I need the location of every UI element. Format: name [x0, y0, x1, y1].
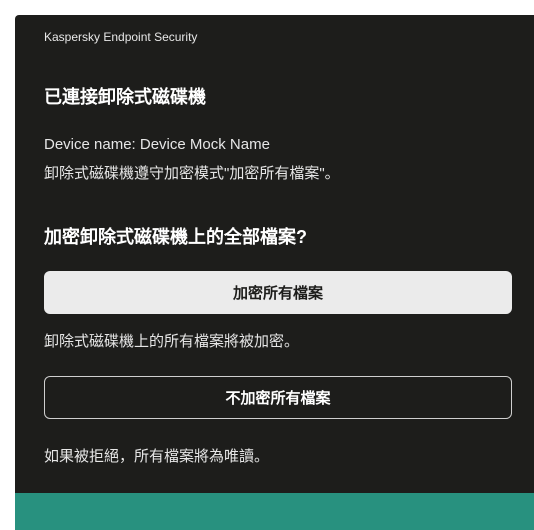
app-title: Kaspersky Endpoint Security [44, 30, 198, 44]
read-only-note-text: 如果被拒絕，所有檔案將為唯讀。 [44, 448, 270, 465]
footer-bar [15, 493, 534, 530]
encryption-dialog-window: Kaspersky Endpoint Security 已連接卸除式磁碟機 De… [15, 15, 534, 530]
encrypt-note-text: 卸除式磁碟機上的所有檔案將被加密。 [44, 333, 300, 350]
encrypt-all-files-button[interactable]: 加密所有檔案 [44, 271, 512, 314]
dialog-heading: 已連接卸除式磁碟機 [44, 87, 206, 107]
device-name-text: Device name: Device Mock Name [44, 136, 270, 153]
encrypt-question: 加密卸除式磁碟機上的全部檔案? [44, 227, 307, 247]
do-not-encrypt-button[interactable]: 不加密所有檔案 [44, 376, 512, 419]
encryption-mode-text: 卸除式磁碟機遵守加密模式"加密所有檔案"。 [44, 165, 340, 182]
